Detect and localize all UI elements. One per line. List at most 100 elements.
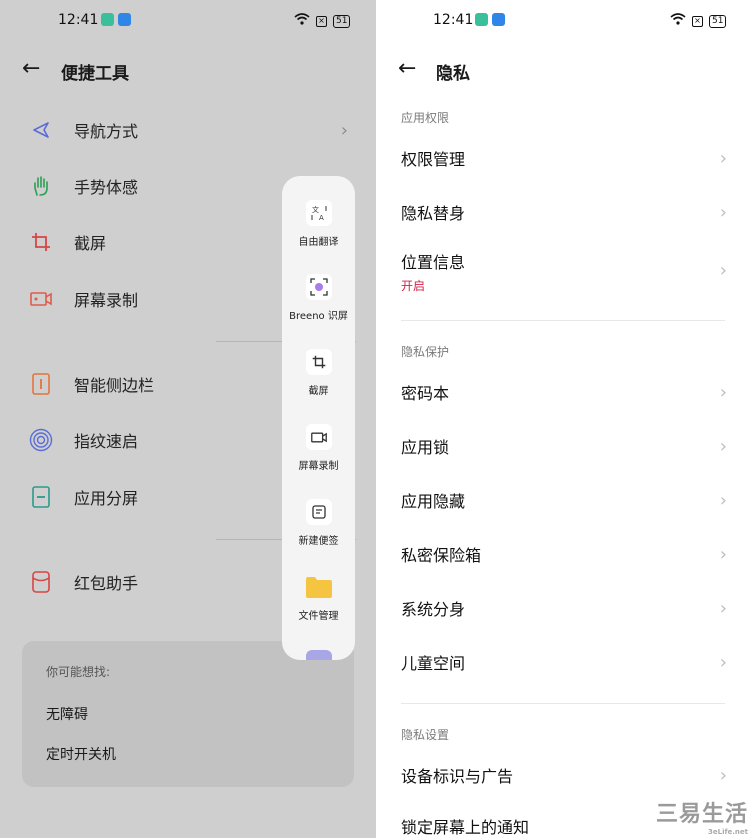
list-item-label: 屏幕录制 <box>74 291 139 310</box>
chevron-right-icon: › <box>719 765 727 786</box>
panel-item-label: 屏幕录制 <box>298 461 339 472</box>
chevron-right-icon: › <box>719 148 727 169</box>
folder-icon <box>305 574 333 600</box>
status-time: 12:41 <box>58 12 99 28</box>
panel-item-label: 文件管理 <box>298 611 339 622</box>
left-screen: 12:41 × 51 ← 便捷工具 导航方式 › 手势体感 截屏 屏幕录制 智能… <box>0 0 376 838</box>
privacy-item-app-lock[interactable]: 应用锁 › <box>401 426 727 466</box>
list-item-label: 截屏 <box>74 234 107 253</box>
svg-text:文: 文 <box>312 205 319 214</box>
breeno-scan-icon <box>305 274 332 300</box>
video-record-icon <box>28 286 54 312</box>
item-label: 密码本 <box>401 384 450 403</box>
sim-off-icon: × <box>692 15 703 27</box>
split-screen-icon <box>28 484 54 510</box>
battery-icon: 51 <box>333 14 351 28</box>
privacy-item-kids-space[interactable]: 儿童空间 › <box>401 642 727 682</box>
back-arrow-icon[interactable]: ← <box>398 58 416 80</box>
item-label: 应用锁 <box>401 438 450 457</box>
panel-item-screenshot[interactable]: 截屏 <box>282 349 355 397</box>
item-label: 应用隐藏 <box>401 492 466 511</box>
smart-sidebar-panel: 文A 自由翻译 Breeno 识屏 截屏 屏幕录制 新建便签 文件管理 <box>282 176 355 660</box>
divider <box>401 320 725 321</box>
wifi-icon <box>670 13 686 29</box>
chevron-right-icon: › <box>719 260 727 281</box>
panel-item-label: 新建便签 <box>298 536 339 547</box>
chevron-right-icon: › <box>719 436 727 457</box>
item-label: 隐私替身 <box>401 204 466 223</box>
hand-gesture-icon <box>28 173 54 199</box>
navigation-arrow-icon <box>28 117 54 143</box>
privacy-item-system-clone[interactable]: 系统分身 › <box>401 588 727 628</box>
status-time: 12:41 <box>433 12 474 28</box>
suggestion-card: 你可能想找: 无障碍 定时开关机 <box>22 641 354 787</box>
panel-item-breeno[interactable]: Breeno 识屏 <box>282 274 355 322</box>
panel-item-label: 截屏 <box>308 386 329 397</box>
chevron-right-icon: › <box>719 598 727 619</box>
section-header: 隐私保护 <box>401 345 450 359</box>
privacy-item-app-hide[interactable]: 应用隐藏 › <box>401 480 727 520</box>
list-item-navigation[interactable]: 导航方式 › <box>28 110 358 150</box>
section-header: 隐私设置 <box>401 728 450 742</box>
sidebar-icon <box>28 371 54 397</box>
panel-item-label: 自由翻译 <box>298 237 339 248</box>
privacy-item-password-book[interactable]: 密码本 › <box>401 372 727 412</box>
panel-item-translate[interactable]: 文A 自由翻译 <box>282 200 355 248</box>
watermark-sub: 3eLife.net <box>707 828 748 836</box>
item-label: 系统分身 <box>401 600 466 619</box>
page-title: 隐私 <box>436 64 470 84</box>
privacy-item-safe-box[interactable]: 私密保险箱 › <box>401 534 727 574</box>
panel-item-record[interactable]: 屏幕录制 <box>282 424 355 472</box>
suggestion-heading: 你可能想找: <box>46 665 111 679</box>
svg-text:A: A <box>319 214 324 221</box>
panel-item-files[interactable]: 文件管理 <box>282 574 355 622</box>
message-icon <box>118 13 131 26</box>
chevron-right-icon: › <box>719 490 727 511</box>
item-label: 设备标识与广告 <box>401 767 514 786</box>
note-icon <box>305 499 332 525</box>
message-icon <box>492 13 505 26</box>
status-bar: 12:41 × 51 <box>376 0 750 40</box>
privacy-item-permission[interactable]: 权限管理 › <box>401 138 727 178</box>
translate-icon: 文A <box>305 200 332 226</box>
panel-item-partial[interactable] <box>282 650 355 660</box>
privacy-screen: 12:41 × 51 ← 隐私 应用权限 权限管理 › 隐私替身 › 位置信息 … <box>376 0 750 838</box>
divider <box>401 703 725 704</box>
panel-item-note[interactable]: 新建便签 <box>282 499 355 547</box>
privacy-item-privacy-double[interactable]: 隐私替身 › <box>401 192 727 232</box>
wifi-icon <box>294 13 310 29</box>
battery-icon: 51 <box>709 14 727 28</box>
item-label: 权限管理 <box>401 150 466 169</box>
list-item-label: 红包助手 <box>74 574 139 593</box>
chevron-right-icon: › <box>340 119 348 141</box>
watermark-text: 三易生活 <box>655 802 748 827</box>
list-item-label: 应用分屏 <box>74 489 139 508</box>
suggestion-link[interactable]: 无障碍 <box>46 704 88 724</box>
list-item-label: 智能侧边栏 <box>74 376 155 395</box>
app-icon <box>305 650 332 660</box>
list-item-label: 指纹速启 <box>74 432 139 451</box>
crop-icon <box>28 229 54 255</box>
panel-item-label: Breeno 识屏 <box>289 311 348 322</box>
status-text: 开启 <box>401 278 426 293</box>
back-arrow-icon[interactable]: ← <box>22 58 40 80</box>
chevron-right-icon: › <box>719 544 727 565</box>
notification-icon <box>475 13 488 26</box>
chevron-right-icon: › <box>719 652 727 673</box>
list-item-label: 导航方式 <box>74 122 139 141</box>
item-label: 位置信息 <box>401 252 466 272</box>
fingerprint-icon <box>28 427 54 453</box>
list-item-label: 手势体感 <box>74 178 139 197</box>
crop-icon <box>305 349 332 375</box>
item-label: 儿童空间 <box>401 654 466 673</box>
suggestion-link[interactable]: 定时开关机 <box>46 744 116 764</box>
status-bar: 12:41 × 51 <box>0 0 376 40</box>
privacy-item-device-id-ads[interactable]: 设备标识与广告 › <box>401 755 727 795</box>
chevron-right-icon: › <box>719 202 727 223</box>
privacy-item-location[interactable]: 位置信息 开启 › <box>401 246 727 296</box>
sim-off-icon: × <box>316 15 327 27</box>
red-packet-icon <box>28 569 54 595</box>
chevron-right-icon: › <box>719 382 727 403</box>
item-label: 私密保险箱 <box>401 546 482 565</box>
section-header: 应用权限 <box>401 111 450 125</box>
